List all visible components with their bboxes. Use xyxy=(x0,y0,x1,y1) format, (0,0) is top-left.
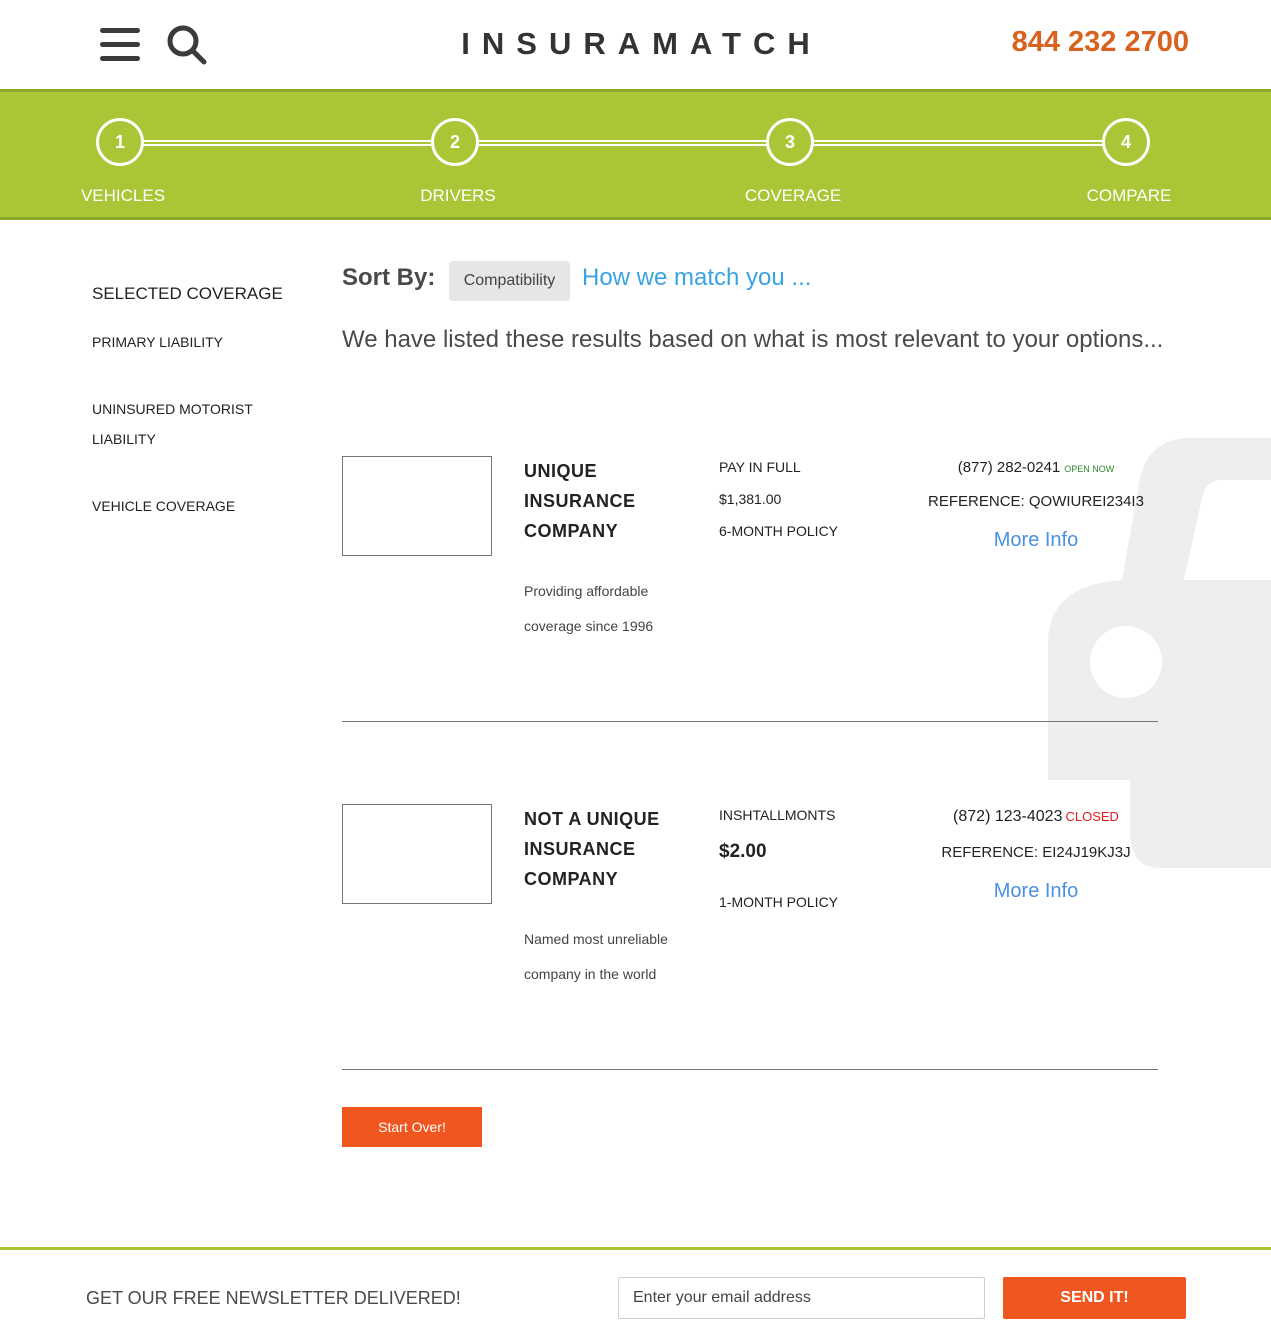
step-3-circle[interactable]: 3 xyxy=(766,118,814,166)
company-logo-placeholder xyxy=(342,804,492,904)
step-4-label[interactable]: COMPARE xyxy=(1049,186,1209,206)
company-logo-placeholder xyxy=(342,456,492,556)
payment-type: PAY IN FULL xyxy=(719,459,801,475)
step-3-label[interactable]: COVERAGE xyxy=(713,186,873,206)
reference-number: REFERENCE: EI24J19KJ3J xyxy=(941,844,1131,861)
send-newsletter-button[interactable]: SEND IT! xyxy=(1003,1277,1186,1319)
payment-type: INSHTALLMONTS xyxy=(719,807,836,823)
header-phone-link[interactable]: 844 232 2700 xyxy=(1012,26,1189,59)
step-4-circle[interactable]: 4 xyxy=(1102,118,1150,166)
step-1-label[interactable]: VEHICLES xyxy=(43,186,203,206)
results-intro-text: We have listed these results based on wh… xyxy=(342,326,1164,353)
newsletter-footer: GET OUR FREE NEWSLETTER DELIVERED! SEND … xyxy=(0,1247,1271,1328)
step-2-label[interactable]: DRIVERS xyxy=(378,186,538,206)
policy-price: $2.00 xyxy=(719,841,767,862)
contact-line: (872) 123-4023 CLOSED xyxy=(900,808,1172,826)
reference-number: REFERENCE: QOWIUREI234I3 xyxy=(928,493,1144,510)
result-divider xyxy=(342,1069,1158,1070)
sidebar-item-vehicle-coverage[interactable]: VEHICLE COVERAGE xyxy=(92,491,282,521)
company-tagline: Named most unreliable company in the wor… xyxy=(524,931,668,982)
sidebar-title: SELECTED COVERAGE xyxy=(92,284,283,303)
step-2-circle[interactable]: 2 xyxy=(431,118,479,166)
status-badge: OPEN NOW xyxy=(1064,464,1115,474)
company-name: NOT A UNIQUE INSURANCE COMPANY xyxy=(524,809,660,889)
progress-track xyxy=(120,140,1126,146)
site-header: INSURAMATCH 844 232 2700 xyxy=(0,0,1271,89)
sidebar-item-primary-liability[interactable]: PRIMARY LIABILITY xyxy=(92,327,282,357)
company-tagline: Providing affordable coverage since 1996 xyxy=(524,583,654,634)
newsletter-label: GET OUR FREE NEWSLETTER DELIVERED! xyxy=(86,1288,461,1308)
contact-line: (877) 282-0241 OPEN NOW xyxy=(900,459,1172,476)
result-divider xyxy=(342,721,1158,722)
sort-compatibility-button[interactable]: Compatibility xyxy=(449,261,570,301)
email-input[interactable] xyxy=(618,1277,985,1319)
sort-by-label: Sort By: xyxy=(342,264,436,291)
sidebar-item-uninsured-motorist[interactable]: UNINSURED MOTORIST LIABILITY xyxy=(92,394,267,454)
status-badge: CLOSED xyxy=(1065,809,1119,824)
company-phone[interactable]: (877) 282-0241 xyxy=(958,459,1061,476)
company-name: UNIQUE INSURANCE COMPANY xyxy=(524,461,636,541)
policy-term: 1-MONTH POLICY xyxy=(719,894,839,910)
more-info-link[interactable]: More Info xyxy=(900,880,1172,903)
policy-price: $1,381.00 xyxy=(719,491,782,507)
start-over-button[interactable]: Start Over! xyxy=(342,1107,482,1147)
policy-term: 6-MONTH POLICY xyxy=(719,523,839,539)
how-we-match-link[interactable]: How we match you ... xyxy=(582,264,811,292)
company-phone[interactable]: (872) 123-4023 xyxy=(953,808,1062,825)
step-1-circle[interactable]: 1 xyxy=(96,118,144,166)
progress-steps: 1 VEHICLES 2 DRIVERS 3 COVERAGE 4 COMPAR… xyxy=(0,89,1271,220)
more-info-link[interactable]: More Info xyxy=(900,529,1172,552)
